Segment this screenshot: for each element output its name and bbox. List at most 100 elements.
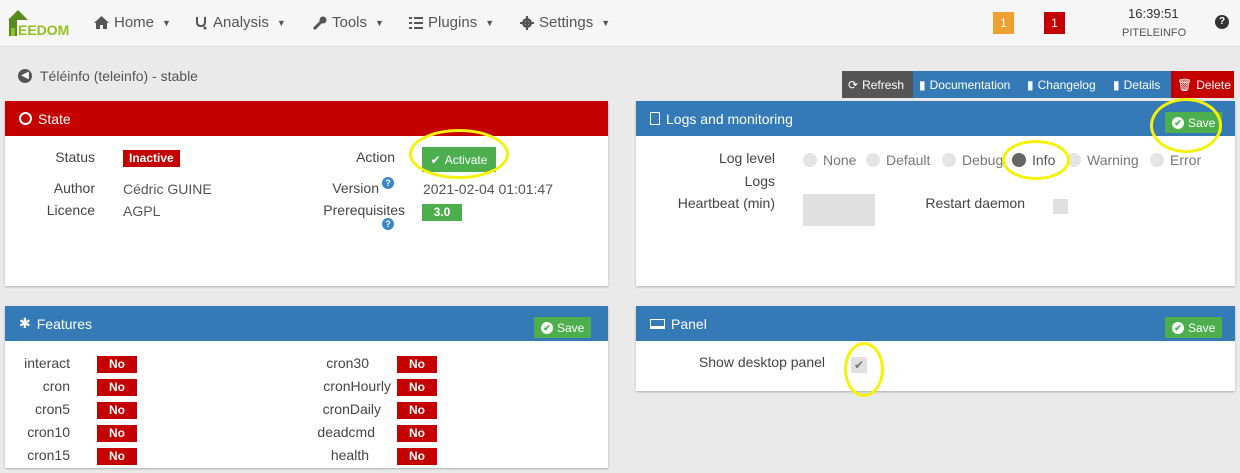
- feature-cron30-value: No: [397, 356, 437, 373]
- trash-icon: 🗑: [1177, 77, 1193, 92]
- details-button[interactable]: ▮ Details: [1107, 71, 1171, 98]
- refresh-label: Refresh: [862, 77, 905, 92]
- nav-tools-label: Tools: [332, 14, 368, 31]
- stethoscope-icon: [196, 16, 207, 29]
- log-level-default[interactable]: Default: [866, 152, 930, 168]
- logs-save-button[interactable]: ✔ Save: [1165, 112, 1223, 133]
- nav-settings[interactable]: Settings ▼: [520, 14, 610, 31]
- log-level-debug-label: Debug: [962, 152, 1004, 168]
- check-icon: ✔: [430, 152, 441, 167]
- log-level-error[interactable]: Error: [1150, 152, 1201, 168]
- top-navbar: EEDOM Home ▼ Analysis ▼ Tools ▼ Plugins …: [0, 0, 1240, 47]
- nav-tools[interactable]: Tools ▼: [313, 14, 384, 31]
- feature-cron-value: No: [97, 379, 137, 396]
- question-circle-icon[interactable]: ?: [382, 218, 394, 230]
- changelog-button[interactable]: ▮ Changelog: [1021, 71, 1107, 98]
- heartbeat-input[interactable]: [803, 194, 875, 226]
- caret-down-icon: ▼: [375, 17, 384, 28]
- check-circle-icon: ✔: [1172, 321, 1184, 334]
- log-level-debug[interactable]: Debug: [942, 152, 1003, 168]
- feature-cron15-label: cron15: [27, 447, 70, 463]
- feature-cron30-label: cron30: [326, 355, 369, 371]
- log-level-error-label: Error: [1170, 152, 1202, 168]
- clock: 16:39:51: [1128, 6, 1179, 21]
- nav-home[interactable]: Home ▼: [94, 14, 171, 31]
- licence-value: AGPL: [123, 203, 161, 219]
- feature-health-value: No: [397, 448, 437, 465]
- wrench-icon: [313, 16, 327, 30]
- version-value: 2021-02-04 01:01:47: [423, 181, 553, 197]
- show-desktop-panel-checkbox[interactable]: ✔: [851, 357, 867, 373]
- prerequisites-label: Prerequisites: [323, 202, 405, 218]
- state-panel-header: State: [5, 101, 608, 136]
- puzzle-icon: ✱: [19, 315, 31, 331]
- radio-dot-selected: [1012, 153, 1026, 167]
- state-title: State: [38, 110, 71, 127]
- panel-save-button[interactable]: ✔ Save: [1165, 317, 1223, 338]
- plugin-actions: ⟳ Refresh ▮ Documentation ▮ Changelog ▮ …: [842, 71, 1234, 98]
- laptop-icon: [650, 318, 665, 329]
- version-label: Version: [332, 180, 379, 196]
- log-level-warning[interactable]: Warning: [1067, 152, 1139, 168]
- log-level-default-label: Default: [886, 152, 931, 168]
- alert-count-badge[interactable]: 1: [1044, 12, 1065, 34]
- documentation-button[interactable]: ▮ Documentation: [913, 71, 1021, 98]
- nav-home-label: Home: [114, 14, 155, 31]
- feature-cron5-label: cron5: [34, 401, 70, 417]
- feature-interact-label: interact: [24, 355, 70, 371]
- svg-text:EEDOM: EEDOM: [18, 22, 69, 38]
- book-icon: ▮: [1113, 77, 1120, 92]
- details-label: Details: [1123, 77, 1161, 92]
- caret-down-icon: ▼: [276, 17, 286, 28]
- nav-analysis[interactable]: Analysis ▼: [195, 14, 286, 31]
- nav-plugins[interactable]: Plugins ▼: [409, 14, 494, 31]
- action-label: Action: [356, 149, 395, 165]
- nav-plugins-label: Plugins: [428, 14, 478, 31]
- feature-cron-label: cron: [42, 378, 70, 394]
- home-icon: [94, 16, 109, 29]
- log-level-info[interactable]: Info: [1012, 152, 1055, 168]
- back-link[interactable]: ◀ Téléinfo (teleinfo) - stable: [18, 68, 198, 84]
- delete-button[interactable]: 🗑 Delete: [1171, 71, 1234, 98]
- log-level-label: Log level: [718, 150, 775, 166]
- nav-analysis-label: Analysis: [213, 14, 269, 31]
- caret-down-icon: ▼: [162, 17, 171, 28]
- feature-cron10-label: cron10: [27, 424, 70, 440]
- heartbeat-label: Heartbeat (min): [677, 195, 775, 211]
- author-label: Author: [53, 180, 95, 196]
- caret-down-icon: ▼: [485, 17, 495, 28]
- log-level-none[interactable]: None: [803, 152, 856, 168]
- feature-crondaily-label: cronDaily: [322, 401, 381, 417]
- delete-label: Delete: [1196, 77, 1231, 92]
- log-level-none-label: None: [823, 152, 857, 168]
- desktop-panel-title: Panel: [671, 315, 707, 332]
- logs-title: Logs and monitoring: [666, 110, 793, 127]
- circle-notch-icon: [19, 112, 32, 125]
- question-circle-icon[interactable]: ?: [382, 177, 394, 189]
- features-save-label: Save: [557, 320, 585, 335]
- refresh-button[interactable]: ⟳ Refresh: [842, 71, 913, 98]
- features-title: Features: [36, 315, 92, 332]
- check-circle-icon: ✔: [1172, 116, 1184, 129]
- radio-dot: [1150, 153, 1164, 167]
- documentation-label: Documentation: [929, 77, 1011, 92]
- warning-count-badge[interactable]: 1: [993, 12, 1014, 34]
- activate-button[interactable]: ✔ Activate: [422, 147, 496, 172]
- desktop-panel-header: Panel: [636, 306, 1235, 341]
- help-icon[interactable]: ?: [1215, 15, 1229, 29]
- hostname: PITELEINFO: [1122, 27, 1187, 39]
- restart-daemon-label: Restart daemon: [925, 195, 1025, 211]
- show-desktop-panel-label: Show desktop panel: [698, 354, 825, 370]
- refresh-icon: ⟳: [848, 77, 859, 92]
- restart-daemon-checkbox[interactable]: [1053, 199, 1068, 214]
- feature-crondaily-value: No: [397, 402, 437, 419]
- log-level-info-label: Info: [1032, 152, 1056, 168]
- logs-panel-header: Logs and monitoring: [636, 101, 1235, 136]
- panel-save-label: Save: [1188, 320, 1216, 335]
- tasks-icon: [409, 17, 423, 29]
- logs-save-label: Save: [1188, 115, 1216, 130]
- radio-dot: [803, 153, 817, 167]
- features-save-button[interactable]: ✔ Save: [534, 317, 592, 338]
- jeedom-logo[interactable]: EEDOM: [6, 6, 76, 40]
- desktop-panel-panel: Panel: [636, 306, 1235, 391]
